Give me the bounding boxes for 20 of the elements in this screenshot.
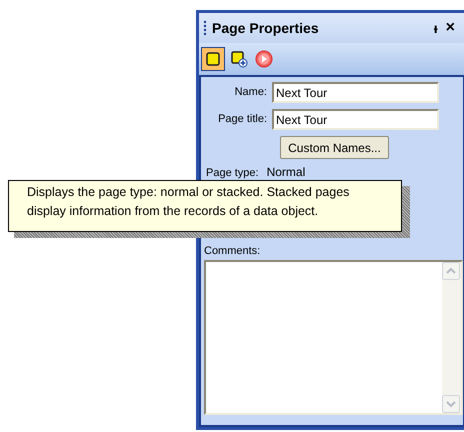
panel-title: Page Properties	[212, 18, 319, 38]
page-type-value: Normal	[266, 164, 306, 181]
custom-names-button[interactable]: Custom Names...	[280, 136, 389, 159]
grip-icon[interactable]	[203, 20, 207, 36]
play-icon	[255, 50, 273, 68]
text-field[interactable]: Next Tour	[272, 82, 439, 103]
page-type-label: Page type:	[206, 166, 259, 180]
page-icon	[205, 51, 221, 67]
scroll-up-icon[interactable]	[442, 262, 460, 280]
scrollbar[interactable]	[442, 262, 461, 413]
field-label: Name:	[234, 85, 268, 100]
tooltip: Displays the page type: normal or stacked. Stacked pages display information from the records of a data object.	[8, 180, 402, 232]
toolbar-button[interactable]	[201, 47, 225, 71]
comments-label: Comments:	[204, 244, 262, 259]
comments-field[interactable]	[204, 260, 463, 415]
text-field[interactable]: Next Tour	[272, 109, 439, 130]
add-page-icon	[230, 50, 248, 68]
field-label: Page title:	[217, 112, 268, 128]
pin-button[interactable]: ᵼ	[430, 21, 442, 35]
close-button[interactable]: ×	[446, 20, 455, 36]
